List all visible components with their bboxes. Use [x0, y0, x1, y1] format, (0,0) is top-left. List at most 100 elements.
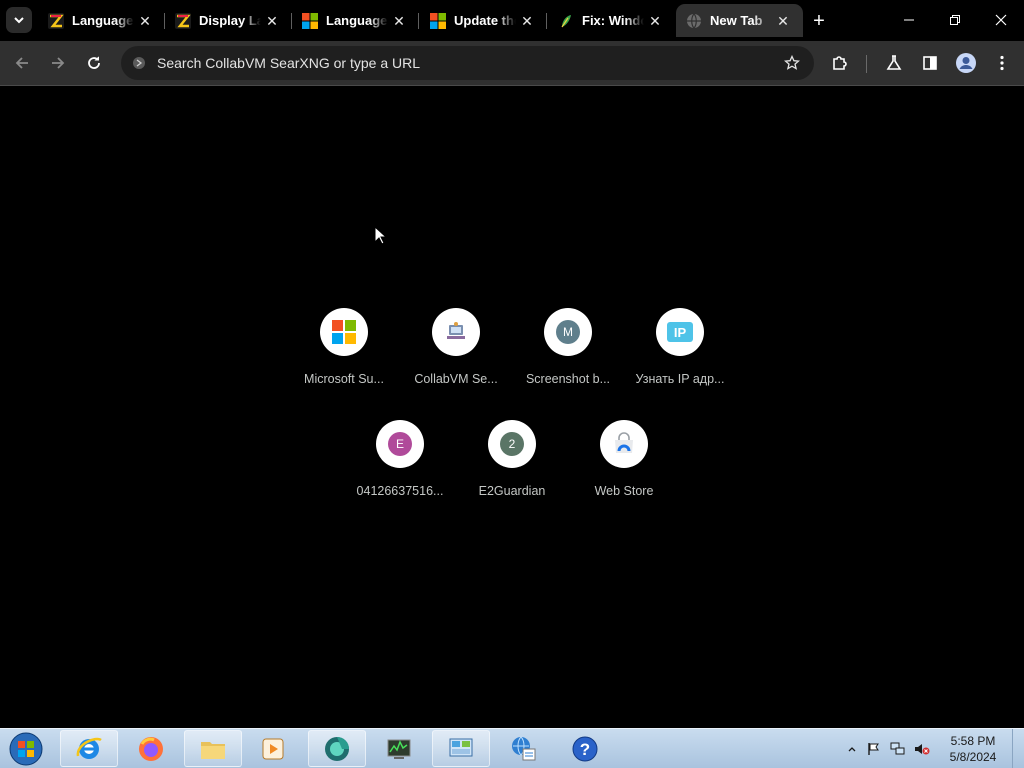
menu-button[interactable] [988, 49, 1016, 77]
minimize-icon [904, 19, 914, 21]
close-icon [995, 14, 1007, 26]
tab-update[interactable]: Update the ✕ [420, 4, 547, 37]
reload-icon [88, 56, 100, 69]
volume-muted-icon[interactable] [914, 741, 930, 757]
tab-title: Update the [454, 13, 516, 28]
microsoft-logo-icon [320, 308, 368, 356]
omnibox-input[interactable] [157, 55, 757, 71]
taskbar-task-manager[interactable] [370, 730, 428, 767]
shortcut-letter: 2 [500, 432, 524, 456]
tab-display-language[interactable]: Display Language ✕ [165, 4, 292, 37]
flask-icon [886, 55, 902, 70]
tab-language-2[interactable]: Language ✕ [292, 4, 419, 37]
tab-language-1[interactable]: Language ✕ [38, 4, 165, 37]
extensions-button[interactable] [826, 49, 854, 77]
taskbar-chrome-like[interactable] [308, 730, 366, 767]
taskbar: ? 5:58 PM 5/8/2024 [0, 728, 1024, 768]
tab-title: Language [326, 13, 388, 28]
globe-icon [686, 13, 702, 29]
shortcut-letter: E [388, 432, 412, 456]
tab-title: Language [72, 13, 134, 28]
show-desktop-button[interactable] [1012, 729, 1024, 768]
taskbar-help[interactable]: ? [556, 730, 614, 767]
close-icon[interactable]: ✕ [391, 13, 407, 29]
avatar-icon [956, 53, 976, 73]
close-icon[interactable]: ✕ [264, 13, 280, 29]
tab-search-button[interactable] [6, 7, 32, 33]
taskbar-firefox[interactable] [122, 730, 180, 767]
close-icon[interactable]: ✕ [647, 13, 663, 29]
shortcut-number[interactable]: E 04126637516... [344, 420, 456, 532]
action-center-flag-icon[interactable] [866, 741, 882, 757]
shortcut-e2guardian[interactable]: 2 E2Guardian [456, 420, 568, 532]
close-icon[interactable]: ✕ [775, 13, 791, 29]
forward-button[interactable] [44, 49, 72, 77]
shortcut-letter: M [556, 320, 580, 344]
chevron-up-icon [848, 747, 856, 752]
restore-icon [950, 15, 960, 25]
letter-m-icon: M [544, 308, 592, 356]
shortcut-web-store[interactable]: Web Store [568, 420, 680, 532]
arrow-right-icon [52, 57, 65, 69]
back-button[interactable] [8, 49, 36, 77]
chevron-down-icon [14, 17, 24, 24]
tab-title: Fix: Windows [582, 13, 644, 28]
restore-button[interactable] [932, 0, 978, 40]
new-tab-button[interactable]: + [806, 8, 832, 34]
close-window-button[interactable] [978, 0, 1024, 40]
shortcut-collabvm[interactable]: CollabVM Se... [400, 308, 512, 420]
ip-badge: IP [667, 322, 693, 342]
labs-button[interactable] [880, 49, 908, 77]
close-icon[interactable]: ✕ [137, 13, 153, 29]
shortcut-label: Microsoft Su... [304, 372, 384, 386]
search-engine-icon [131, 55, 147, 71]
taskbar-clock[interactable]: 5:58 PM 5/8/2024 [940, 733, 1006, 765]
taskbar-network[interactable] [494, 730, 552, 767]
media-player-icon [262, 738, 284, 759]
ip-logo-icon: IP [656, 308, 704, 356]
close-icon[interactable]: ✕ [519, 13, 535, 29]
internet-explorer-icon [76, 737, 102, 759]
tab-fix-windows[interactable]: Fix: Windows ✕ [548, 4, 675, 37]
show-hidden-icons-button[interactable] [844, 741, 860, 757]
bookmark-star-icon[interactable] [782, 53, 802, 73]
taskbar-media-player[interactable] [244, 730, 302, 767]
microsoft-icon [430, 12, 446, 29]
collabvm-logo-icon [432, 308, 480, 356]
browser-toolbar [0, 41, 1024, 86]
file-explorer-icon [201, 741, 225, 759]
shortcut-label: Screenshot b... [525, 372, 611, 386]
tab-new-tab[interactable]: New Tab ✕ [676, 4, 803, 37]
shortcut-ip-address[interactable]: IP Узнать IP адр... [624, 308, 736, 420]
reload-button[interactable] [80, 49, 108, 77]
arrow-left-icon [15, 57, 28, 69]
help-icon: ? [572, 736, 598, 761]
network-tray-icon[interactable] [890, 741, 906, 757]
clock-time: 5:58 PM [950, 734, 996, 748]
firefox-icon [139, 736, 163, 761]
zd-net-icon [175, 12, 191, 29]
shortcut-screenshot[interactable]: M Screenshot b... [512, 308, 624, 420]
shortcut-microsoft-support[interactable]: Microsoft Su... [288, 308, 400, 420]
microsoft-icon [302, 12, 318, 29]
taskbar-control-panel[interactable] [432, 730, 490, 767]
control-panel-icon [449, 738, 473, 756]
minimize-button[interactable] [886, 0, 932, 40]
letter-2-icon: 2 [488, 420, 536, 468]
zd-net-icon [48, 12, 64, 29]
mouse-cursor-icon [374, 226, 388, 245]
taskbar-file-explorer[interactable] [184, 730, 242, 767]
task-manager-icon [387, 739, 411, 759]
address-bar[interactable] [121, 46, 814, 80]
tab-strip: Language ✕ Display Language ✕ Language ✕… [0, 0, 1024, 41]
clock-date: 5/8/2024 [949, 750, 997, 764]
side-panel-button[interactable] [916, 49, 944, 77]
start-button[interactable] [6, 731, 46, 767]
profile-button[interactable] [952, 49, 980, 77]
tab-title: New Tab [710, 13, 763, 28]
side-panel-icon [923, 56, 937, 70]
shortcut-label: Узнать IP адр... [635, 372, 725, 386]
taskbar-internet-explorer[interactable] [60, 730, 118, 767]
letter-e-icon: E [376, 420, 424, 468]
kebab-menu-icon [1000, 55, 1004, 71]
